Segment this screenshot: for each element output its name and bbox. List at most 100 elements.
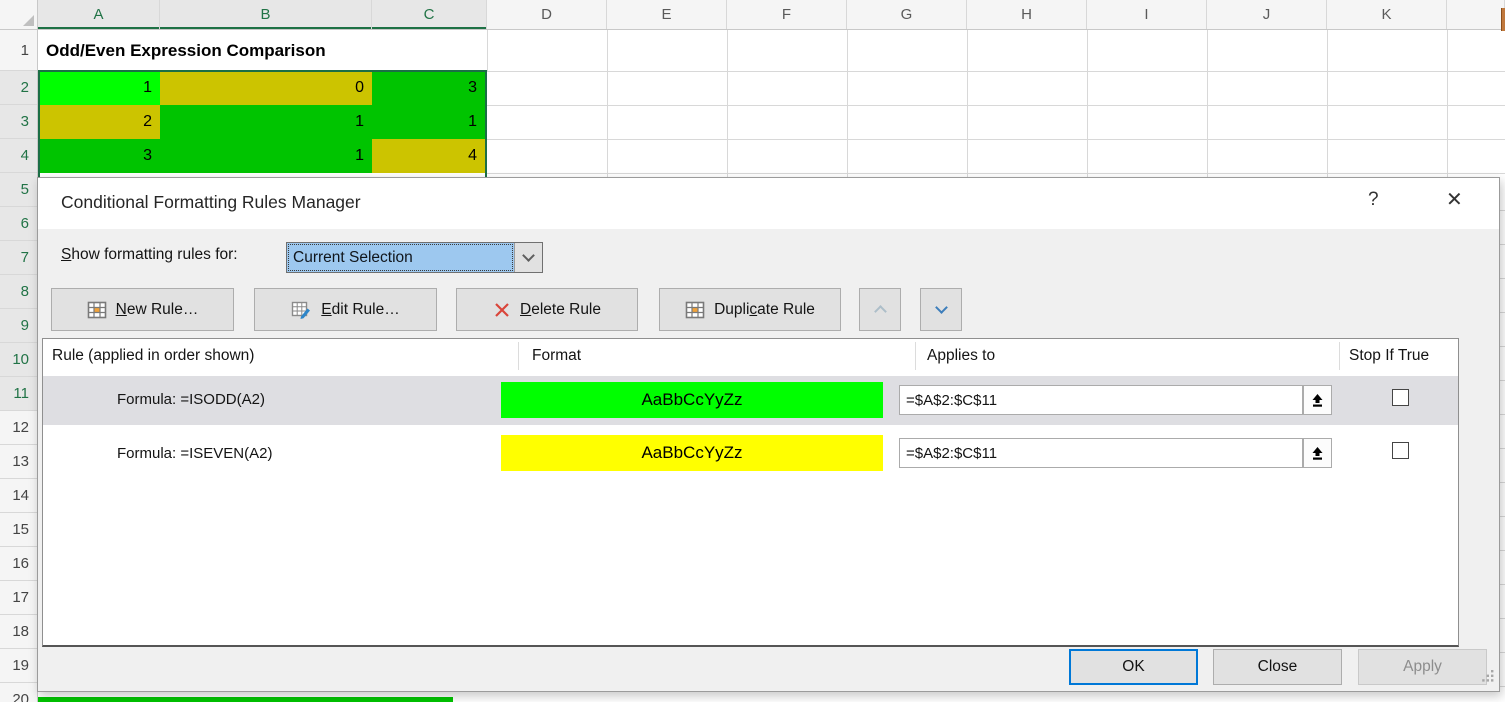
- cell-c2[interactable]: 3: [372, 71, 485, 105]
- gridline: [1327, 30, 1328, 177]
- cell-a3[interactable]: 2: [38, 105, 160, 139]
- rule-formula: Formula: =ISEVEN(A2): [117, 445, 272, 462]
- stop-if-true-checkbox[interactable]: [1392, 442, 1409, 459]
- move-rule-up-button[interactable]: [859, 288, 901, 331]
- cell-c4[interactable]: 4: [372, 139, 485, 173]
- row-header-9[interactable]: 9: [0, 309, 37, 343]
- delete-rule-label: Delete Rule: [520, 301, 601, 319]
- applies-to-input[interactable]: =$A$2:$C$11: [899, 385, 1303, 415]
- edit-rule-pencil-icon: [291, 300, 312, 320]
- gridline: [607, 30, 608, 177]
- column-header-a[interactable]: A: [38, 0, 160, 29]
- dialog-titlebar[interactable]: Conditional Formatting Rules Manager ? ✕: [38, 178, 1499, 229]
- column-header-h[interactable]: H: [967, 0, 1087, 29]
- stop-if-true-column-header: Stop If True: [1349, 347, 1429, 365]
- column-header-partial: [1447, 0, 1505, 29]
- row-header-3[interactable]: 3: [0, 105, 37, 139]
- row-header-8[interactable]: 8: [0, 275, 37, 309]
- dialog-title: Conditional Formatting Rules Manager: [61, 192, 361, 213]
- scope-dropdown-button[interactable]: [514, 243, 542, 272]
- gridline: [487, 71, 1505, 72]
- gridline: [1087, 30, 1088, 177]
- resize-grip[interactable]: [1482, 669, 1494, 687]
- select-all-corner[interactable]: [0, 0, 38, 29]
- scope-dropdown-value[interactable]: Current Selection: [287, 243, 514, 272]
- column-header-g[interactable]: G: [847, 0, 967, 29]
- cell-b4[interactable]: 1: [160, 139, 372, 173]
- row-header-18[interactable]: 18: [0, 615, 37, 649]
- rule-row-isodd[interactable]: Formula: =ISODD(A2) AaBbCcYyZz =$A$2:$C$…: [43, 376, 1458, 425]
- rules-list: Rule (applied in order shown) Format App…: [42, 338, 1459, 647]
- column-header-j[interactable]: J: [1207, 0, 1327, 29]
- column-header-e[interactable]: E: [607, 0, 727, 29]
- gridline: [847, 30, 848, 177]
- column-divider: [915, 342, 916, 370]
- selection-border-right: [485, 70, 487, 177]
- select-all-triangle-icon: [23, 15, 34, 26]
- cell-b2[interactable]: 0: [160, 71, 372, 105]
- row-header-2[interactable]: 2: [0, 71, 37, 105]
- ok-button[interactable]: OK: [1069, 649, 1198, 685]
- duplicate-rule-button[interactable]: Duplicate Rule: [659, 288, 841, 331]
- move-rule-down-button[interactable]: [920, 288, 962, 331]
- scope-dropdown[interactable]: Current Selection: [286, 242, 543, 273]
- chevron-down-icon: [935, 301, 948, 314]
- gridline: [967, 30, 968, 177]
- row-header-1[interactable]: 1: [0, 30, 37, 71]
- row-header-17[interactable]: 17: [0, 581, 37, 615]
- column-header-c[interactable]: C: [372, 0, 487, 29]
- new-rule-button[interactable]: New Rule…: [51, 288, 234, 331]
- new-rule-label: New Rule…: [116, 301, 199, 319]
- cell-a1-title[interactable]: Odd/Even Expression Comparison: [40, 30, 487, 71]
- applies-to-input[interactable]: =$A$2:$C$11: [899, 438, 1303, 468]
- show-formatting-rules-label: Show formatting rules for:: [61, 246, 238, 264]
- format-column-header: Format: [532, 347, 581, 365]
- help-icon[interactable]: ?: [1368, 189, 1379, 211]
- apply-button[interactable]: Apply: [1358, 649, 1487, 685]
- edit-rule-button[interactable]: Edit Rule…: [254, 288, 437, 331]
- delete-rule-x-icon: [493, 301, 511, 319]
- range-picker-button[interactable]: [1303, 438, 1332, 468]
- row-header-14[interactable]: 14: [0, 479, 37, 513]
- cell-b3[interactable]: 1: [160, 105, 372, 139]
- row-header-4[interactable]: 4: [0, 139, 37, 173]
- row-header-11[interactable]: 11: [0, 377, 37, 411]
- close-icon[interactable]: ✕: [1446, 187, 1463, 212]
- chevron-down-icon: [522, 249, 535, 262]
- duplicate-rule-label: Duplicate Rule: [714, 301, 815, 319]
- rule-format-preview: AaBbCcYyZz: [501, 435, 883, 471]
- selection-border-top: [38, 70, 487, 72]
- collapse-dialog-icon: [1310, 393, 1325, 408]
- gridline: [1447, 30, 1448, 177]
- rule-formula: Formula: =ISODD(A2): [117, 391, 265, 408]
- new-rule-table-icon: [87, 300, 107, 320]
- column-header-i[interactable]: I: [1087, 0, 1207, 29]
- delete-rule-button[interactable]: Delete Rule: [456, 288, 638, 331]
- row-header-6[interactable]: 6: [0, 207, 37, 241]
- gridline: [487, 173, 1505, 174]
- cell-a4[interactable]: 3: [38, 139, 160, 173]
- row-header-13[interactable]: 13: [0, 445, 37, 479]
- row-header-10[interactable]: 10: [0, 343, 37, 377]
- selection-border-left: [38, 70, 40, 177]
- cell-c3[interactable]: 1: [372, 105, 485, 139]
- row-header-5[interactable]: 5: [0, 173, 37, 207]
- row-header-20[interactable]: 20: [0, 683, 37, 702]
- row-header-16[interactable]: 16: [0, 547, 37, 581]
- rule-row-iseven[interactable]: Formula: =ISEVEN(A2) AaBbCcYyZz =$A$2:$C…: [43, 427, 1458, 479]
- row-header-12[interactable]: 12: [0, 411, 37, 445]
- column-header-b[interactable]: B: [160, 0, 372, 29]
- chevron-up-icon: [874, 305, 887, 318]
- range-picker-button[interactable]: [1303, 385, 1332, 415]
- row-header-15[interactable]: 15: [0, 513, 37, 547]
- close-button[interactable]: Close: [1213, 649, 1342, 685]
- stop-if-true-checkbox[interactable]: [1392, 389, 1409, 406]
- row-header-19[interactable]: 19: [0, 649, 37, 683]
- row-header-column: 1 2 3 4 5 6 7 8 9 10 11 12 13 14 15 16 1…: [0, 30, 38, 702]
- column-header-d[interactable]: D: [487, 0, 607, 29]
- gridline: [487, 105, 1505, 106]
- row-header-7[interactable]: 7: [0, 241, 37, 275]
- column-header-f[interactable]: F: [727, 0, 847, 29]
- cell-a2[interactable]: 1: [38, 71, 160, 105]
- column-header-k[interactable]: K: [1327, 0, 1447, 29]
